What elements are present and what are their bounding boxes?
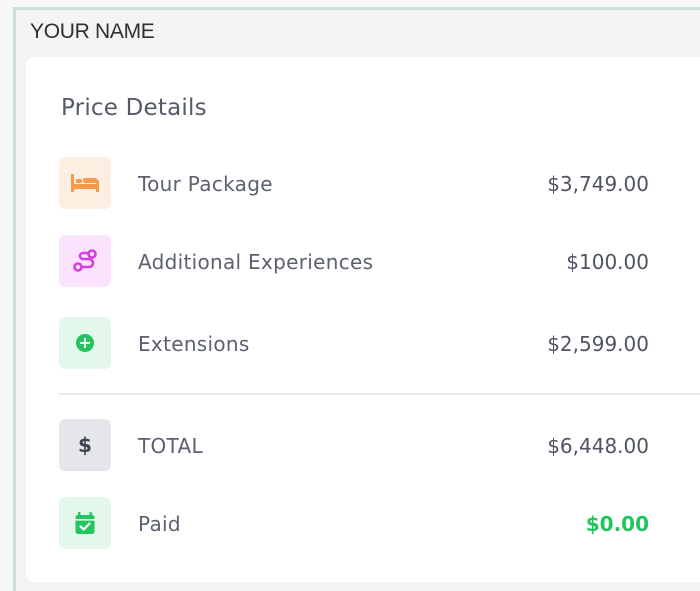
route-icon (59, 235, 111, 287)
row-value: $100.00 (566, 250, 649, 274)
row-value: $6,448.00 (547, 434, 649, 458)
top-bar: YOUR NAME (16, 10, 700, 52)
divider (59, 393, 700, 395)
calendar-check-icon (59, 497, 111, 549)
row-label: Tour Package (138, 172, 273, 196)
price-row-extensions: Extensions $2,599.00 (59, 317, 649, 369)
row-label: TOTAL (138, 434, 203, 458)
app-frame: YOUR NAME Price Details Tour Package $3,… (13, 7, 700, 591)
row-value-paid: $0.00 (585, 512, 649, 536)
price-row-additional-experiences: Additional Experiences $100.00 (59, 235, 649, 287)
summary-row-paid: Paid $0.00 (59, 497, 649, 549)
section-title: Price Details (61, 95, 207, 121)
row-value: $2,599.00 (547, 332, 649, 356)
row-label: Additional Experiences (138, 250, 374, 274)
summary-row-total: $ TOTAL $6,448.00 (59, 419, 649, 471)
price-row-tour-package: Tour Package $3,749.00 (59, 157, 649, 209)
row-value: $3,749.00 (547, 172, 649, 196)
dollar-icon: $ (59, 419, 111, 471)
price-details-card: Price Details Tour Package $3,749.00 Add… (26, 57, 700, 582)
plus-circle-icon (59, 317, 111, 369)
bed-icon (59, 157, 111, 209)
user-name: YOUR NAME (30, 20, 155, 43)
row-label: Paid (138, 512, 181, 536)
row-label: Extensions (138, 332, 250, 356)
